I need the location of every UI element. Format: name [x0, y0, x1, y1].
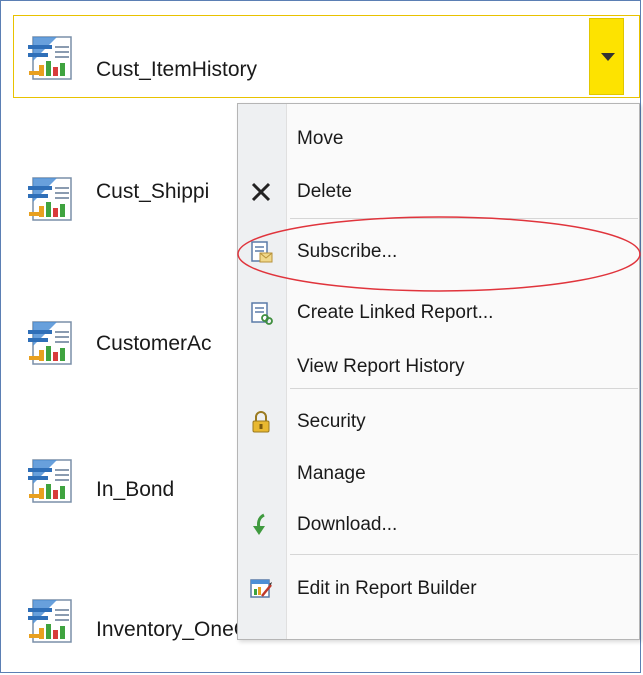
menu-item-label: Create Linked Report... [297, 302, 494, 323]
download-icon [248, 512, 274, 538]
report-context-menu: Move Delete Subscribe... Create Linked R… [237, 103, 640, 640]
report-item-customerac[interactable]: CustomerAc [0, 320, 237, 380]
menu-item-label: Edit in Report Builder [297, 578, 477, 599]
report-item-cust-itemhistory[interactable]: Cust_ItemHistory [0, 27, 560, 87]
report-name[interactable]: CustomerAc [96, 332, 237, 356]
menu-item-label: Security [297, 411, 366, 432]
subscribe-icon [248, 239, 274, 265]
menu-item-move[interactable]: Move [238, 114, 639, 164]
menu-item-label: Subscribe... [297, 241, 398, 262]
lock-icon [248, 409, 274, 435]
menu-item-manage[interactable]: Manage [238, 449, 639, 499]
report-icon [27, 35, 75, 81]
report-builder-icon [248, 576, 274, 602]
menu-item-download[interactable]: Download... [238, 500, 639, 550]
report-icon [27, 320, 75, 366]
report-name[interactable]: In_Bond [96, 478, 174, 502]
report-menu-dropdown-button[interactable] [589, 18, 624, 95]
menu-item-delete[interactable]: Delete [238, 167, 639, 217]
chevron-down-icon [601, 53, 615, 61]
menu-item-edit-in-report-builder[interactable]: Edit in Report Builder [238, 564, 639, 614]
linked-report-icon [248, 300, 274, 326]
report-item-cust-shipping[interactable]: Cust_Shippi [0, 160, 237, 220]
report-icon [27, 598, 75, 644]
report-icon [27, 458, 75, 504]
report-name[interactable]: Cust_Shippi [96, 180, 237, 204]
report-icon [27, 176, 75, 222]
menu-item-label: View Report History [297, 356, 465, 377]
menu-item-label: Manage [297, 463, 366, 484]
menu-separator [290, 218, 638, 219]
menu-item-view-report-history[interactable]: View Report History [238, 342, 639, 392]
menu-separator [290, 388, 638, 389]
menu-item-create-linked-report[interactable]: Create Linked Report... [238, 288, 639, 338]
report-item-in-bond[interactable]: In_Bond [0, 458, 237, 518]
menu-item-subscribe[interactable]: Subscribe... [238, 227, 639, 277]
menu-item-label: Download... [297, 514, 398, 535]
close-icon [248, 179, 274, 205]
menu-item-label: Delete [297, 181, 352, 202]
menu-item-security[interactable]: Security [238, 397, 639, 447]
menu-separator [290, 554, 638, 555]
menu-item-label: Move [297, 128, 344, 149]
report-name[interactable]: Cust_ItemHistory [96, 58, 257, 82]
